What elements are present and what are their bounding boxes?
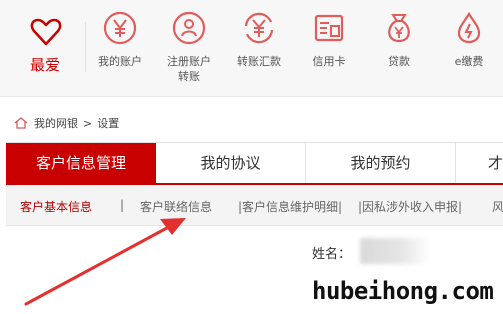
tab-my-agreements[interactable]: 我的协议 (156, 143, 306, 183)
nav-transfer-remit[interactable]: 转账汇款 (224, 6, 294, 90)
watermark: hubeihong.com (312, 277, 494, 305)
home-icon[interactable] (14, 117, 28, 129)
nav-label: 转账汇款 (237, 55, 281, 68)
subnav-divider: | (120, 198, 125, 212)
name-label: 姓名： (312, 247, 352, 262)
tab-bar: 客户信息管理 我的协议 我的预约 才 (6, 142, 503, 186)
nav-e-payment[interactable]: e缴费 (434, 6, 503, 90)
yen-transfer-icon (244, 12, 274, 44)
tab-more[interactable]: 才 (456, 143, 503, 183)
breadcrumb-home[interactable]: 我的网银 (34, 115, 78, 131)
breadcrumb: 我的网银 > 设置 (14, 113, 119, 133)
subnav-foreign-income[interactable]: |因私涉外收入申报| (358, 198, 462, 215)
sub-nav: 客户基本信息 | 客户联络信息 |客户信息维护明细| |因私涉外收入申报| 风 (6, 185, 503, 226)
quick-nav-bar: 最爱 我的账户 注册账户转账 转账汇款 信用卡 贷款 e缴费 (0, 0, 503, 97)
subnav-maintenance-detail[interactable]: |客户信息维护明细| (238, 198, 342, 215)
nav-loan[interactable]: 贷款 (364, 6, 434, 90)
subnav-more[interactable]: 风 (492, 198, 503, 215)
breadcrumb-current: 设置 (97, 117, 120, 130)
nav-credit-card[interactable]: 信用卡 (294, 6, 364, 90)
subnav-basic-info[interactable]: 客户基本信息 (20, 198, 92, 215)
credit-card-icon (314, 14, 344, 42)
droplet-icon (457, 11, 481, 44)
nav-label: 我的账户 (98, 55, 142, 68)
tab-my-appointments[interactable]: 我的预约 (306, 143, 456, 183)
favorites-button[interactable]: 最爱 (10, 8, 80, 88)
nav-register-transfer[interactable]: 注册账户转账 (154, 6, 224, 90)
nav-my-account[interactable]: 我的账户 (85, 6, 155, 90)
nav-label: 注册账户转账 (167, 55, 211, 83)
nav-label: e缴费 (454, 55, 484, 68)
nav-label: 信用卡 (312, 55, 346, 68)
breadcrumb-separator: > (83, 116, 93, 130)
subnav-contact-info[interactable]: 客户联络信息 (140, 198, 212, 215)
register-transfer-icon (172, 11, 206, 45)
favorites-label: 最爱 (29, 56, 60, 74)
yen-circle-icon (103, 11, 137, 45)
nav-label: 贷款 (388, 55, 410, 68)
name-value-redacted (360, 238, 430, 264)
heart-icon (30, 18, 62, 46)
money-bag-icon (388, 14, 410, 43)
tab-customer-info[interactable]: 客户信息管理 (6, 143, 156, 183)
